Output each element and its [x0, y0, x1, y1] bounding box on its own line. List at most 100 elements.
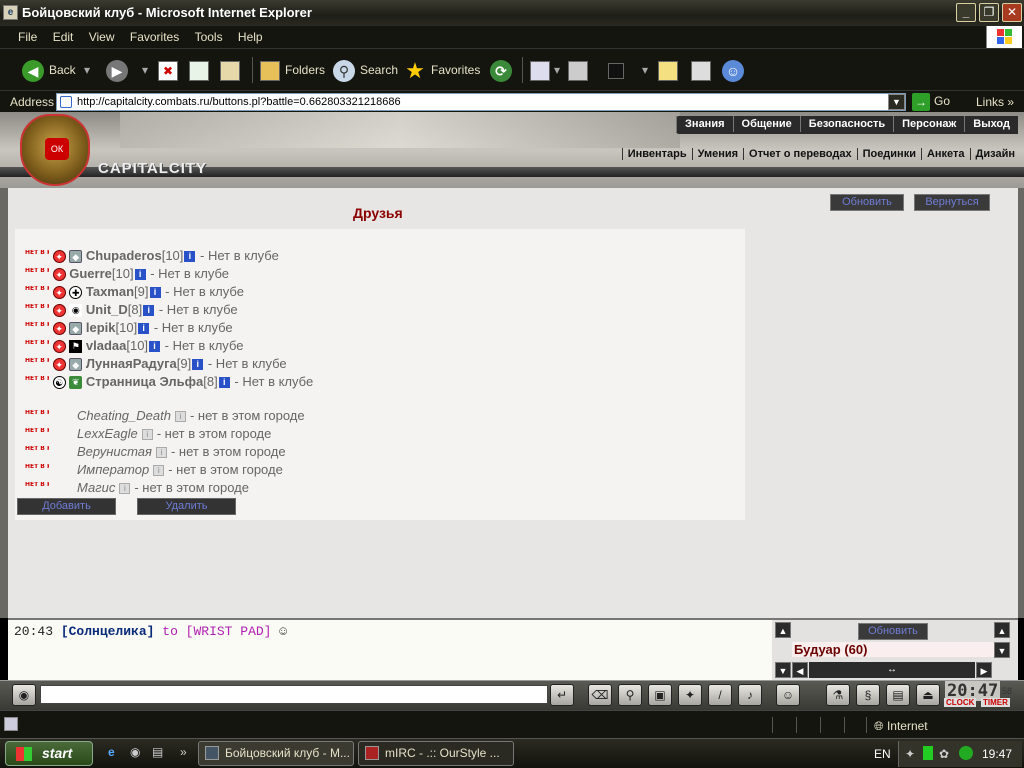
room-scroll-left[interactable]: ◀	[792, 662, 808, 678]
friend-name[interactable]: vladaa	[86, 338, 126, 353]
friend-name[interactable]: Магис	[77, 480, 115, 495]
forward-dropdown[interactable]: ▾	[142, 57, 148, 83]
menu-view[interactable]: View	[83, 26, 121, 44]
minimize-button[interactable]: _	[956, 3, 976, 22]
address-dropdown[interactable]: ▼	[888, 94, 905, 110]
nav-inventory[interactable]: Инвентарь	[621, 148, 692, 160]
friend-name[interactable]: Chupaderos	[86, 248, 162, 263]
edit-dropdown[interactable]: ▾	[642, 57, 648, 83]
nav-security[interactable]: Безопасность	[799, 116, 893, 132]
clock-label[interactable]: CLOCK	[944, 698, 977, 707]
chat-recipient[interactable]: to [WRIST PAD]	[162, 624, 271, 639]
nav-character[interactable]: Персонаж	[893, 116, 964, 132]
tray-network-icon[interactable]: ✦	[905, 747, 915, 761]
research-button[interactable]	[691, 57, 711, 83]
chat-user[interactable]: [Солнцелика]	[61, 624, 155, 639]
friend-name[interactable]: LexxEagle	[77, 426, 138, 441]
nav-knowledge[interactable]: Знания	[676, 116, 732, 132]
tray-security-icon[interactable]	[959, 746, 973, 760]
mail-button[interactable]	[530, 57, 550, 83]
friend-name[interactable]: Unit_D	[86, 302, 128, 317]
forward-button[interactable]: ▶	[106, 57, 133, 83]
info-icon[interactable]: i	[184, 251, 196, 263]
info-icon[interactable]: i	[155, 447, 167, 459]
room-scroll-down[interactable]: ▼	[994, 642, 1010, 658]
friend-name[interactable]: Верунистая	[77, 444, 152, 459]
room-scroll-up[interactable]: ▲	[994, 622, 1010, 638]
menu-tools[interactable]: Tools	[189, 26, 229, 44]
info-icon[interactable]: i	[149, 287, 161, 299]
nav-skills[interactable]: Умения	[691, 148, 744, 160]
timer-label[interactable]: TIMER	[981, 698, 1010, 707]
friend-name[interactable]: Император	[77, 462, 149, 477]
info-icon[interactable]: i	[192, 359, 204, 371]
menu-help[interactable]: Help	[232, 26, 269, 44]
address-input[interactable]: http://capitalcity.combats.ru/buttons.pl…	[56, 93, 906, 111]
info-icon[interactable]: i	[119, 483, 131, 495]
home-button[interactable]	[220, 57, 240, 83]
fight-icon[interactable]: ✦	[678, 684, 702, 706]
room-refresh-button[interactable]: Обновить	[858, 623, 928, 640]
clear-icon[interactable]: ⌫	[588, 684, 612, 706]
friend-name[interactable]: Странница Эльфа	[86, 374, 203, 389]
smiley-button[interactable]: ☺	[776, 684, 800, 706]
chat-area[interactable]: 20:43 [Солнцелика] to [WRIST PAD] ☺	[8, 618, 772, 680]
info-icon[interactable]: i	[174, 411, 186, 423]
scroll-up-button[interactable]: ▲	[775, 622, 791, 638]
speaker-icon[interactable]: ◉	[12, 684, 36, 706]
room-name[interactable]: Будуар (60)	[792, 642, 994, 657]
inventory-icon[interactable]: ⚗	[826, 684, 850, 706]
folders-button[interactable]: Folders	[260, 57, 325, 83]
translit-icon[interactable]: /	[708, 684, 732, 706]
return-button[interactable]: Вернуться	[914, 194, 990, 211]
info-icon[interactable]: i	[218, 377, 230, 389]
system-clock[interactable]: 19:47	[982, 747, 1012, 761]
tray-signal-icon[interactable]	[923, 746, 933, 760]
media-quicklaunch-icon[interactable]: ◉	[130, 745, 140, 759]
task-ie[interactable]: Бойцовский клуб - M...	[198, 741, 354, 766]
media-button[interactable]: ⟳	[490, 57, 517, 83]
ie-quicklaunch-icon[interactable]: e	[108, 745, 115, 759]
close-button[interactable]: ✕	[1002, 3, 1022, 22]
add-friend-button[interactable]: Добавить	[17, 498, 116, 515]
info-icon[interactable]: i	[134, 269, 146, 281]
tray-app-icon[interactable]: ✿	[939, 747, 949, 761]
nav-exit[interactable]: Выход	[964, 116, 1018, 132]
discuss-button[interactable]	[658, 57, 678, 83]
nav-design[interactable]: Дизайн	[969, 148, 1020, 160]
sound-icon[interactable]: ♪	[738, 684, 762, 706]
info-icon[interactable]: i	[141, 429, 153, 441]
search-button[interactable]: ⚲ Search	[333, 57, 398, 83]
nav-transfers[interactable]: Отчет о переводах	[743, 148, 857, 160]
remove-friend-button[interactable]: Удалить	[137, 498, 236, 515]
back-dropdown[interactable]: ▾	[84, 57, 90, 83]
scroll-icon[interactable]: §	[856, 684, 880, 706]
save-icon[interactable]: ▣	[648, 684, 672, 706]
go-button[interactable]: → Go	[912, 93, 950, 111]
friend-name[interactable]: Guerre	[69, 266, 112, 281]
room-scroll-right[interactable]: ▶	[976, 662, 992, 678]
room-scrollbar[interactable]: ↔	[809, 662, 975, 678]
print-button[interactable]	[568, 57, 588, 83]
back-button[interactable]: ◀ Back	[22, 57, 76, 83]
stop-button[interactable]: ✖	[158, 57, 178, 83]
info-icon[interactable]: i	[153, 465, 165, 477]
language-indicator[interactable]: EN	[874, 747, 891, 761]
edit-button[interactable]	[608, 57, 624, 83]
friend-name[interactable]: lepik	[86, 320, 116, 335]
refresh-button[interactable]	[189, 57, 209, 83]
menu-file[interactable]: File	[12, 26, 43, 44]
menu-edit[interactable]: Edit	[47, 26, 80, 44]
chat-input[interactable]	[40, 685, 548, 704]
menu-favorites[interactable]: Favorites	[124, 26, 185, 44]
friend-name[interactable]: Cheating_Death	[77, 408, 171, 423]
favorites-button[interactable]: ★ Favorites	[404, 57, 480, 83]
filter-icon[interactable]: ⚲	[618, 684, 642, 706]
task-mirc[interactable]: mIRC - .:: OurStyle ...	[358, 741, 514, 766]
nav-profile[interactable]: Анкета	[920, 148, 970, 160]
nav-battles[interactable]: Поединки	[856, 148, 921, 160]
nav-communication[interactable]: Общение	[732, 116, 800, 132]
friend-name[interactable]: ЛуннаяРадуга	[86, 356, 177, 371]
quicklaunch-more[interactable]: »	[180, 745, 187, 759]
maximize-button[interactable]: ❐	[979, 3, 999, 22]
